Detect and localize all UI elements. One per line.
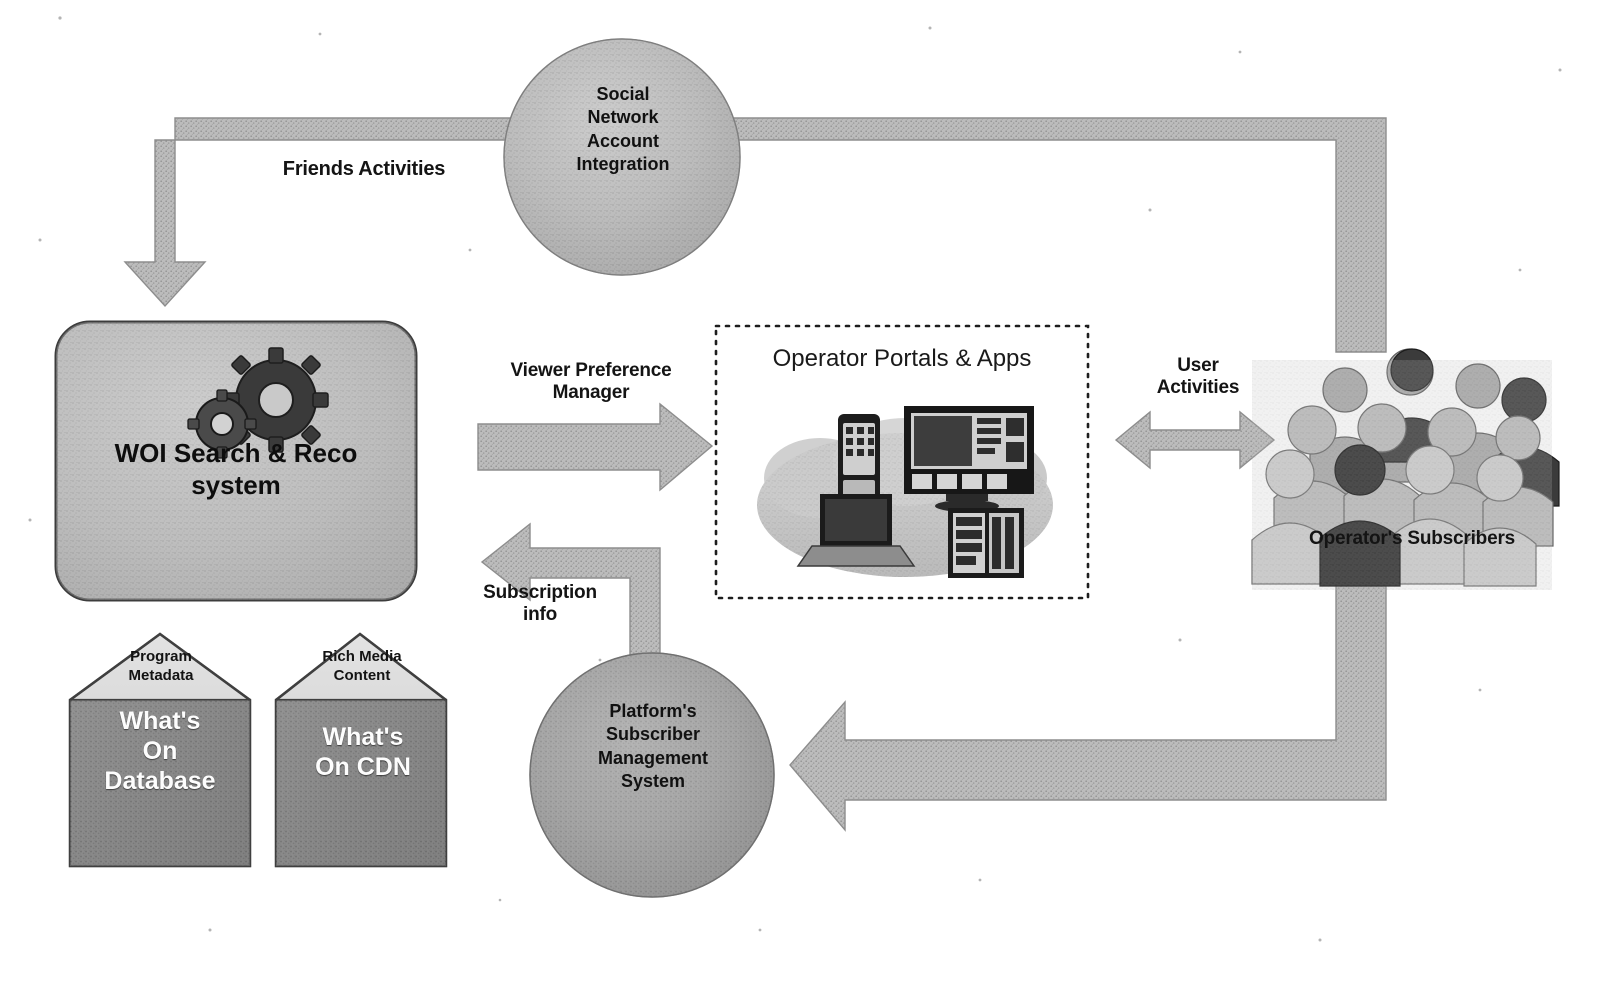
people-crowd-icon: [1251, 348, 1560, 590]
node-woi-system[interactable]: [54, 320, 418, 602]
node-label-operator-subscribers: Operator's Subscribers: [1308, 528, 1516, 549]
edge-label-friends-activities: Friends Activities: [282, 158, 446, 180]
edge-friends-activities: [123, 117, 531, 308]
node-operator-portals[interactable]: [714, 324, 1090, 600]
edge-viewer-preference-manager: [477, 402, 714, 492]
node-social-network[interactable]: [503, 38, 741, 276]
diagram-graphics: [28, 16, 1562, 942]
node-psms[interactable]: [529, 652, 775, 898]
edge-label-subscription-info: Subscription info: [483, 582, 597, 626]
edge-subscribers-to-psms: [789, 559, 1387, 832]
diagram-canvas: Friends Activities Viewer Preference Man…: [0, 0, 1617, 996]
edge-label-viewer-preference-manager: Viewer Preference Manager: [510, 360, 672, 404]
edge-social-to-subscribers: [715, 117, 1387, 353]
edge-label-user-activities: User Activities: [1156, 355, 1240, 399]
node-rich-media-content[interactable]: [274, 632, 448, 868]
node-program-metadata[interactable]: [68, 632, 252, 868]
edge-user-activities: [1114, 410, 1276, 470]
